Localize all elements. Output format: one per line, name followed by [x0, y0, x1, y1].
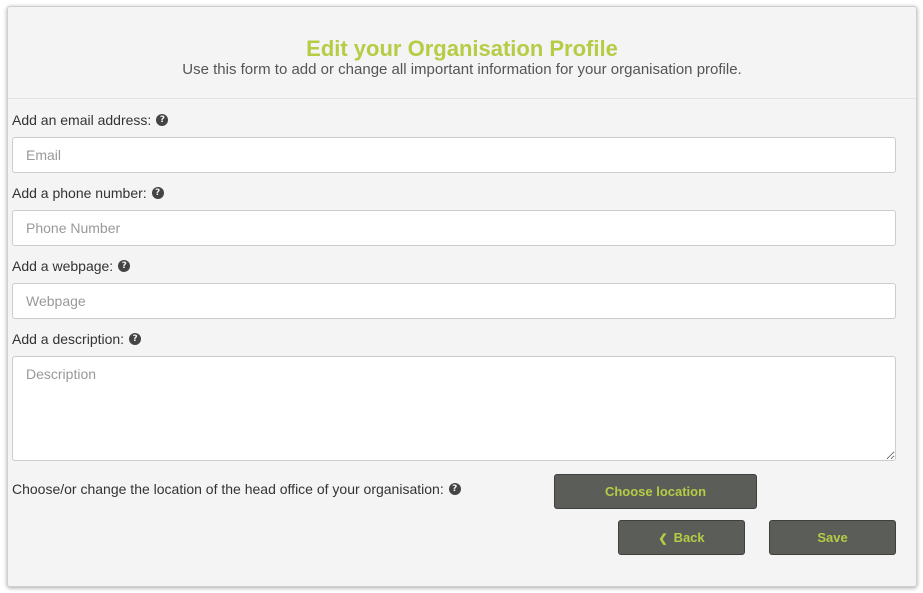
location-label-row: Choose/or change the location of the hea…	[12, 481, 461, 497]
back-label: Back	[673, 530, 705, 545]
email-label-row: Add an email address: ?	[12, 110, 896, 130]
location-help-icon[interactable]: ?	[448, 483, 461, 495]
email-help-icon[interactable]: ?	[156, 114, 169, 126]
panel-header: Edit your Organisation Profile Use this …	[8, 7, 916, 99]
phone-help-icon[interactable]: ?	[151, 187, 164, 199]
description-label-row: Add a description: ?	[12, 329, 896, 349]
webpage-help-icon[interactable]: ?	[118, 260, 131, 272]
location-label: Choose/or change the location of the hea…	[12, 481, 444, 497]
phone-field[interactable]	[12, 210, 896, 246]
webpage-group: Add a webpage: ?	[12, 256, 896, 319]
location-row: Choose/or change the location of the hea…	[12, 474, 896, 509]
page-title: Edit your Organisation Profile	[306, 36, 618, 61]
description-help-icon[interactable]: ?	[129, 333, 142, 345]
choose-location-button[interactable]: Choose location	[554, 474, 757, 509]
save-label: Save	[817, 530, 848, 545]
email-label: Add an email address:	[12, 112, 152, 128]
email-group: Add an email address: ?	[12, 110, 896, 173]
phone-label: Add a phone number:	[12, 185, 147, 201]
description-group: Add a description: ?	[12, 329, 896, 461]
webpage-label: Add a webpage:	[12, 258, 114, 274]
webpage-field[interactable]	[12, 283, 896, 319]
save-button[interactable]: Save	[769, 520, 896, 555]
email-field[interactable]	[12, 137, 896, 173]
back-button[interactable]: ❮ Back	[618, 520, 745, 555]
phone-label-row: Add a phone number: ?	[12, 183, 896, 203]
description-label: Add a description:	[12, 331, 125, 347]
page-subtitle: Use this form to add or change all impor…	[182, 61, 742, 78]
choose-location-label: Choose location	[604, 484, 707, 499]
description-field[interactable]	[12, 356, 896, 461]
chevron-left-icon: ❮	[658, 533, 668, 545]
webpage-label-row: Add a webpage: ?	[12, 256, 896, 276]
profile-form: Add an email address: ? Add a phone numb…	[12, 110, 896, 471]
phone-group: Add a phone number: ?	[12, 183, 896, 246]
